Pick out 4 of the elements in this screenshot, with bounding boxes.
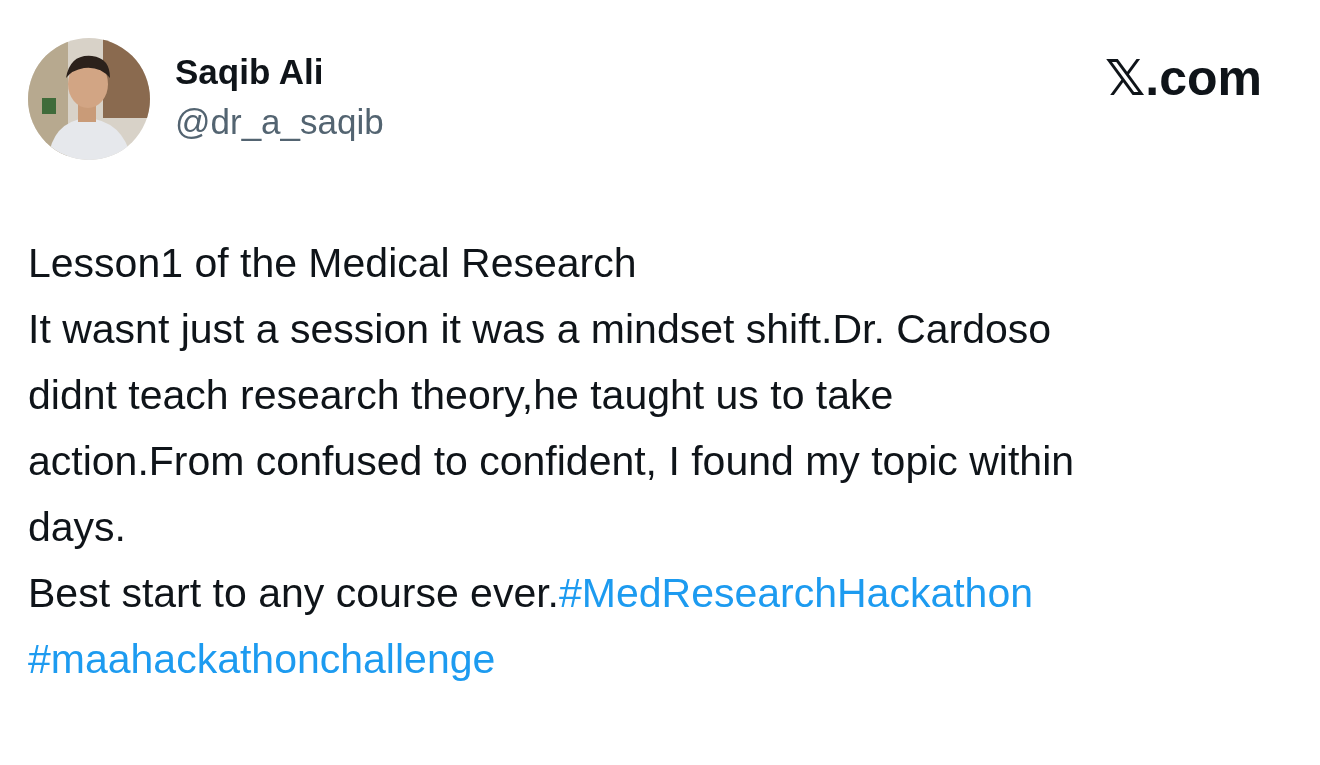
site-logo: 𝕏.com [1105,50,1262,106]
post-text: Lesson1 of the Medical Research It wasnt just a session it was a mindset shift.Dr. Cardoso didnt teach research theory,he taught us to take action.From confused to confident, I found my topic within days. Best start to any course ever.#MedResearchHackathon #maahackathonchallenge [28,239,1076,684]
author-name[interactable]: Saqib Ali [175,52,384,92]
author-handle[interactable]: @dr_a_saqib [175,102,384,142]
